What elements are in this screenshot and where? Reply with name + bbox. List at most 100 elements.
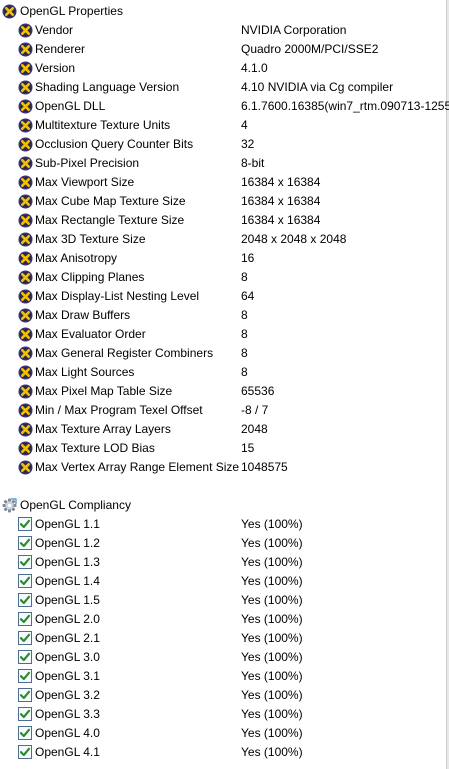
list-item[interactable]: Max Anisotropy 16 xyxy=(0,249,446,268)
list-item[interactable]: Max Texture Array Layers 2048 xyxy=(0,420,446,439)
checkbox-checked-icon xyxy=(18,707,33,722)
item-value: 6.1.7600.16385(win7_rtm.090713-1255) xyxy=(241,99,449,113)
list-item[interactable]: OpenGL 3.2 Yes (100%) xyxy=(0,686,446,705)
opengl-x-icon xyxy=(18,441,33,456)
list-item[interactable]: Version 4.1.0 xyxy=(0,59,446,78)
list-item[interactable]: Max General Register Combiners 8 xyxy=(0,344,446,363)
list-item[interactable]: Max Cube Map Texture Size 16384 x 16384 xyxy=(0,192,446,211)
list-item[interactable]: Max Texture LOD Bias 15 xyxy=(0,439,446,458)
item-label: Max Clipping Planes xyxy=(35,270,145,284)
opengl-x-icon xyxy=(18,251,33,266)
item-label: Max Texture LOD Bias xyxy=(35,441,155,455)
list-item[interactable]: Sub-Pixel Precision 8-bit xyxy=(0,154,446,173)
opengl-x-icon xyxy=(18,42,33,57)
list-item[interactable]: OpenGL 1.2 Yes (100%) xyxy=(0,534,446,553)
list-item[interactable]: Max Rectangle Texture Size 16384 x 16384 xyxy=(0,211,446,230)
item-value: Yes (100%) xyxy=(241,555,303,569)
checkbox-checked-icon xyxy=(18,517,33,532)
item-value: Yes (100%) xyxy=(241,669,303,683)
section-header[interactable]: OpenGL Compliancy xyxy=(0,496,446,515)
item-label: OpenGL 3.1 xyxy=(35,669,100,683)
checkbox-checked-icon xyxy=(18,593,33,608)
item-value: Yes (100%) xyxy=(241,688,303,702)
item-value: Quadro 2000M/PCI/SSE2 xyxy=(241,42,379,56)
list-item[interactable]: OpenGL 1.5 Yes (100%) xyxy=(0,591,446,610)
item-label: OpenGL 4.1 xyxy=(35,745,100,759)
item-value: Yes (100%) xyxy=(241,574,303,588)
item-label: OpenGL 1.2 xyxy=(35,536,100,550)
checkbox-checked-icon xyxy=(18,726,33,741)
list-item[interactable]: Multitexture Texture Units 4 xyxy=(0,116,446,135)
opengl-x-icon xyxy=(18,327,33,342)
item-value: 2048 xyxy=(241,422,268,436)
item-label: OpenGL 2.1 xyxy=(35,631,100,645)
opengl-x-icon xyxy=(18,175,33,190)
list-item[interactable]: OpenGL 2.1 Yes (100%) xyxy=(0,629,446,648)
list-item[interactable]: OpenGL 1.4 Yes (100%) xyxy=(0,572,446,591)
list-item[interactable]: Max Light Sources 8 xyxy=(0,363,446,382)
item-value: 8 xyxy=(241,327,248,341)
list-item[interactable]: Vendor NVIDIA Corporation xyxy=(0,21,446,40)
item-label: Max Cube Map Texture Size xyxy=(35,194,186,208)
item-label: Max Evaluator Order xyxy=(35,327,146,341)
list-item[interactable]: Max Viewport Size 16384 x 16384 xyxy=(0,173,446,192)
list-item[interactable]: OpenGL 3.1 Yes (100%) xyxy=(0,667,446,686)
opengl-x-icon xyxy=(18,118,33,133)
opengl-x-icon xyxy=(18,365,33,380)
list-item[interactable]: Min / Max Program Texel Offset -8 / 7 xyxy=(0,401,446,420)
opengl-x-icon xyxy=(18,384,33,399)
list-item[interactable]: Max Vertex Array Range Element Size 10485… xyxy=(0,458,446,477)
list-item[interactable]: Occlusion Query Counter Bits 32 xyxy=(0,135,446,154)
item-label: Renderer xyxy=(35,42,86,56)
item-label: Max Draw Buffers xyxy=(35,308,131,322)
item-value: Yes (100%) xyxy=(241,612,303,626)
item-value: Yes (100%) xyxy=(241,726,303,740)
opengl-x-icon xyxy=(18,308,33,323)
item-value: 16 xyxy=(241,251,255,265)
item-label: OpenGL 3.3 xyxy=(35,707,100,721)
opengl-x-icon xyxy=(18,23,33,38)
list-item[interactable]: Max Draw Buffers 8 xyxy=(0,306,446,325)
item-label: Sub-Pixel Precision xyxy=(35,156,140,170)
list-item[interactable]: OpenGL 2.0 Yes (100%) xyxy=(0,610,446,629)
item-label: Version xyxy=(35,61,76,75)
checkbox-checked-icon xyxy=(18,631,33,646)
item-value: 1048575 xyxy=(241,460,288,474)
list-item[interactable]: OpenGL DLL 6.1.7600.16385(win7_rtm.090713… xyxy=(0,97,449,116)
list-item[interactable]: OpenGL 3.0 Yes (100%) xyxy=(0,648,446,667)
opengl-x-icon xyxy=(18,232,33,247)
item-label: Max General Register Combiners xyxy=(35,346,214,360)
item-value: 8 xyxy=(241,308,248,322)
item-label: Max Pixel Map Table Size xyxy=(35,384,173,398)
item-value: NVIDIA Corporation xyxy=(241,23,347,37)
item-value: Yes (100%) xyxy=(241,517,303,531)
checkbox-checked-icon xyxy=(18,536,33,551)
item-value: Yes (100%) xyxy=(241,745,303,759)
list-item[interactable]: Max 3D Texture Size 2048 x 2048 x 2048 xyxy=(0,230,446,249)
list-item[interactable]: OpenGL 1.3 Yes (100%) xyxy=(0,553,446,572)
section-header[interactable]: OpenGL Properties xyxy=(0,2,446,21)
list-item[interactable]: Max Clipping Planes 8 xyxy=(0,268,446,287)
list-item[interactable]: Max Evaluator Order 8 xyxy=(0,325,446,344)
list-item[interactable]: Shading Language Version 4.10 NVIDIA via … xyxy=(0,78,446,97)
list-item[interactable]: OpenGL 4.0 Yes (100%) xyxy=(0,724,446,743)
list-item[interactable]: Max Display-List Nesting Level 64 xyxy=(0,287,446,306)
item-label: OpenGL 4.0 xyxy=(35,726,100,740)
list-item[interactable]: Renderer Quadro 2000M/PCI/SSE2 xyxy=(0,40,446,59)
item-value: Yes (100%) xyxy=(241,650,303,664)
item-label: Vendor xyxy=(35,23,74,37)
item-label: OpenGL DLL xyxy=(35,99,106,113)
item-value: 4.10 NVIDIA via Cg compiler xyxy=(241,80,394,94)
opengl-x-icon xyxy=(18,403,33,418)
item-label: Occlusion Query Counter Bits xyxy=(35,137,194,151)
item-label: Max Display-List Nesting Level xyxy=(35,289,200,303)
item-value: 64 xyxy=(241,289,255,303)
item-value: 15 xyxy=(241,441,255,455)
opengl-x-icon xyxy=(18,194,33,209)
list-item[interactable]: OpenGL 3.3 Yes (100%) xyxy=(0,705,446,724)
item-label: Shading Language Version xyxy=(35,80,180,94)
list-item[interactable]: OpenGL 1.1 Yes (100%) xyxy=(0,515,446,534)
item-value: 8 xyxy=(241,270,248,284)
list-item[interactable]: Max Pixel Map Table Size 65536 xyxy=(0,382,446,401)
list-item[interactable]: OpenGL 4.1 Yes (100%) xyxy=(0,743,446,762)
